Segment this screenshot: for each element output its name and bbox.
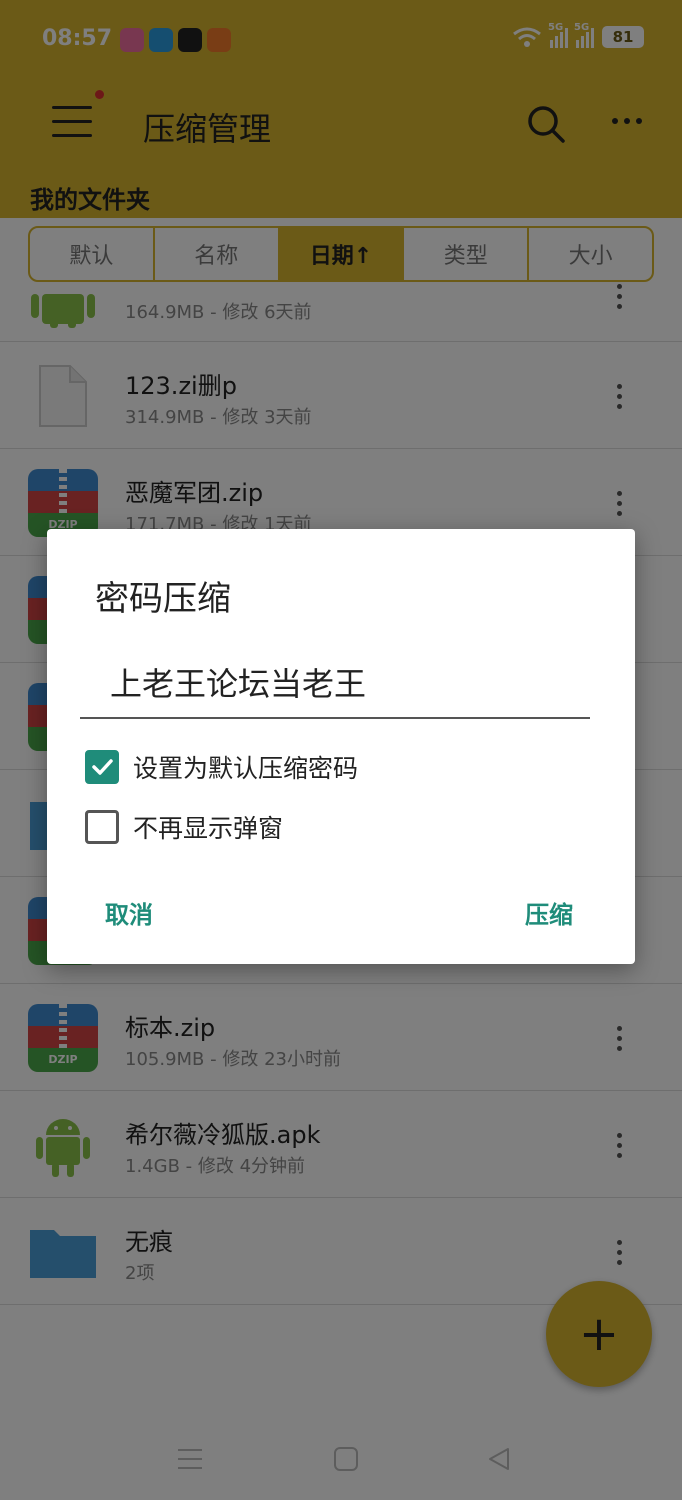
checkbox-label: 不再显示弹窗 xyxy=(133,814,284,843)
default-password-checkbox[interactable]: 设置为默认压缩密码 xyxy=(85,749,358,785)
checkbox-label: 设置为默认压缩密码 xyxy=(133,754,359,783)
password-field xyxy=(80,647,590,719)
dialog-title: 密码压缩 xyxy=(95,579,231,619)
password-compress-dialog: 密码压缩 设置为默认压缩密码 不再显示弹窗 取消 压缩 xyxy=(47,529,635,964)
checkbox-unchecked-icon[interactable] xyxy=(85,810,119,844)
no-popup-checkbox[interactable]: 不再显示弹窗 xyxy=(85,809,283,845)
checkbox-checked-icon[interactable] xyxy=(85,750,119,784)
compress-button[interactable]: 压缩 xyxy=(525,895,573,930)
cancel-button[interactable]: 取消 xyxy=(105,895,153,930)
password-input[interactable] xyxy=(80,647,590,717)
